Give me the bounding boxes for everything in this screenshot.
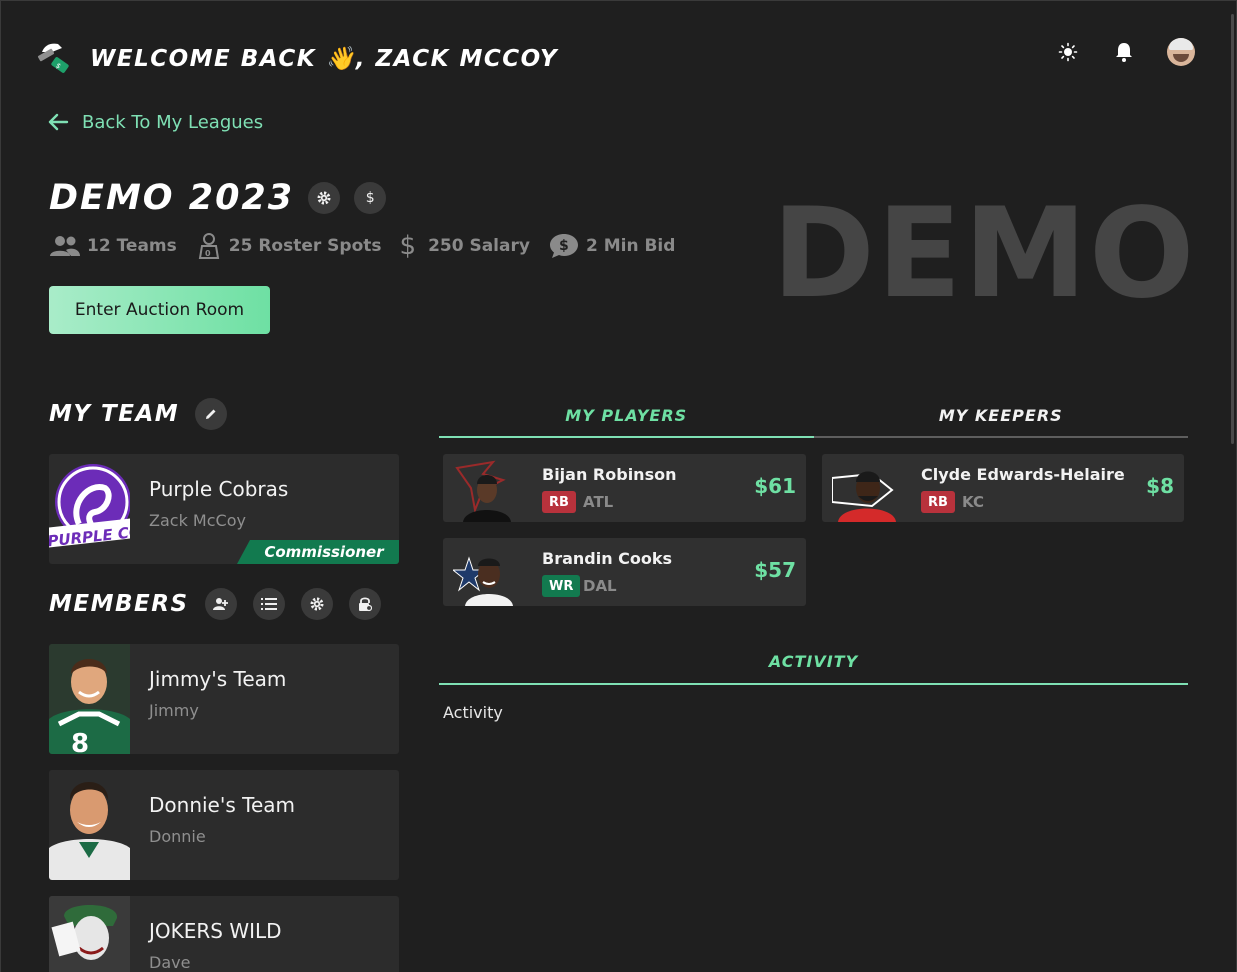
football-player-icon: 0	[198, 233, 219, 259]
enter-auction-room-button[interactable]: Enter Auction Room	[49, 286, 270, 334]
stat-teams-label: 12 Teams	[87, 236, 177, 256]
league-settings-button[interactable]	[308, 182, 341, 214]
player-name: Brandin Cooks	[542, 549, 673, 568]
activity-content: Activity	[443, 703, 503, 722]
league-payments-button[interactable]: $	[354, 182, 387, 214]
team-logo: PURPLE COBRA	[49, 454, 130, 564]
my-team-header: MY TEAM	[49, 398, 228, 430]
users-icon	[50, 236, 80, 256]
member-team-name: JOKERS WILD	[149, 919, 282, 943]
position-badge: RB	[921, 491, 955, 513]
members-header: MEMBERS	[49, 588, 381, 620]
bid-bubble-icon: $	[549, 234, 578, 258]
user-avatar[interactable]	[1167, 38, 1195, 66]
member-owner: Jimmy	[149, 701, 199, 720]
player-photo	[453, 544, 523, 606]
svg-text:0: 0	[205, 249, 211, 258]
member-team-name: Donnie's Team	[149, 793, 295, 817]
member-owner: Donnie	[149, 827, 206, 846]
svg-text:$: $	[559, 238, 569, 254]
member-avatar	[49, 896, 130, 972]
pencil-icon	[206, 409, 216, 419]
stat-roster-label: 25 Roster Spots	[228, 236, 382, 256]
player-card[interactable]: Bijan Robinson RB ATL $61	[443, 454, 806, 522]
player-name: Bijan Robinson	[542, 465, 677, 484]
team-owner: Zack McCoy	[149, 511, 246, 530]
tab-my-players[interactable]: MY PLAYERS	[439, 404, 814, 438]
member-card[interactable]: 8 Jimmy's Team Jimmy	[49, 644, 399, 754]
member-owner: Dave	[149, 953, 191, 972]
activity-heading: ACTIVITY	[439, 652, 1188, 685]
my-team-card[interactable]: PURPLE COBRA Purple Cobras Zack McCoy Co…	[49, 454, 399, 564]
dollar-sign-icon: $	[399, 231, 417, 261]
demo-watermark: DEMO	[772, 182, 1197, 326]
header-actions	[1055, 38, 1195, 66]
stat-min-bid-label: 2 Min Bid	[585, 236, 676, 256]
edit-team-button[interactable]	[195, 398, 228, 430]
my-team-heading: MY TEAM	[49, 401, 180, 427]
stat-salary: $ 250 Salary	[400, 231, 530, 261]
stat-teams: 12 Teams	[49, 234, 177, 258]
svg-text:8: 8	[71, 729, 89, 754]
position-badge: RB	[542, 491, 576, 513]
keeper-name: Clyde Edwards-Helaire	[921, 465, 1125, 484]
gear-icon	[317, 191, 331, 205]
back-label: Back To My Leagues	[82, 111, 264, 133]
stat-min-bid: $ 2 Min Bid	[548, 232, 675, 260]
member-team-name: Jimmy's Team	[149, 667, 287, 691]
player-card[interactable]: Brandin Cooks WR DAL $57	[443, 538, 806, 606]
commissioner-badge: Commissioner	[237, 540, 399, 564]
welcome-message: WELCOME BACK 👋, ZACK MCCOY	[90, 45, 559, 72]
dollar-icon: $	[365, 190, 375, 206]
player-price: $57	[754, 558, 796, 582]
member-list-button[interactable]	[252, 588, 285, 620]
player-team: ATL	[583, 493, 614, 511]
player-team: DAL	[583, 577, 617, 595]
keeper-card[interactable]: Clyde Edwards-Helaire RB KC $8	[822, 454, 1184, 522]
player-price: $61	[754, 474, 796, 498]
member-avatar: 8	[49, 644, 130, 754]
gear-icon	[310, 597, 324, 611]
back-to-leagues-link[interactable]: Back To My Leagues	[46, 110, 263, 134]
members-heading: MEMBERS	[49, 591, 189, 617]
member-card[interactable]: Donnie's Team Donnie	[49, 770, 399, 880]
add-user-icon	[212, 598, 228, 610]
keeper-price: $8	[1146, 474, 1174, 498]
theme-toggle-icon[interactable]	[1055, 39, 1081, 65]
lock-gear-icon	[358, 597, 372, 612]
member-settings-button[interactable]	[300, 588, 333, 620]
league-name: DEMO 2023	[49, 178, 295, 218]
add-member-button[interactable]	[204, 588, 237, 620]
league-title-row: DEMO 2023 $	[49, 178, 387, 218]
league-stats: 12 Teams 0 25 Roster Spots $ 250 Salary …	[49, 231, 675, 261]
arrow-left-icon	[48, 113, 69, 131]
stat-roster: 0 25 Roster Spots	[195, 232, 382, 260]
list-icon	[260, 598, 277, 610]
player-photo	[453, 460, 523, 522]
member-avatar	[49, 770, 130, 880]
keeper-team: KC	[962, 493, 984, 511]
member-card[interactable]: JOKERS WILD Dave	[49, 896, 399, 972]
stat-salary-label: 250 Salary	[428, 236, 530, 256]
team-name: Purple Cobras	[149, 477, 289, 501]
bell-icon[interactable]	[1111, 39, 1137, 65]
player-photo	[832, 460, 902, 522]
lock-settings-button[interactable]	[348, 588, 381, 620]
app-header: $ WELCOME BACK 👋, ZACK MCCOY	[34, 38, 558, 78]
position-badge: WR	[542, 575, 581, 597]
scrollbar[interactable]	[1231, 14, 1234, 444]
player-tabs: MY PLAYERS MY KEEPERS	[439, 404, 1188, 438]
app-logo: $	[34, 38, 74, 78]
tab-my-keepers[interactable]: MY KEEPERS	[813, 404, 1188, 438]
